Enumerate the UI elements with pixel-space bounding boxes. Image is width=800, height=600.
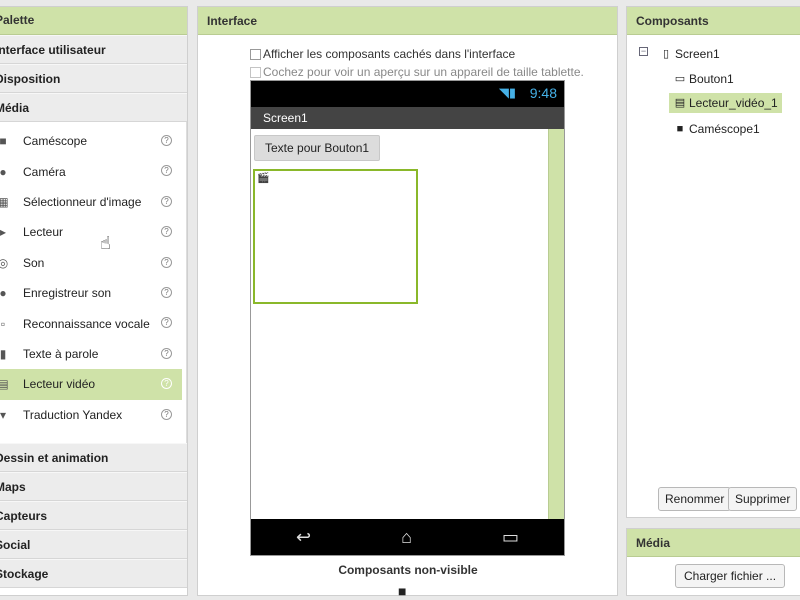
camera-icon: ●	[0, 164, 7, 179]
viewer-header: Interface	[198, 7, 617, 35]
nonvisible-components-label: Composants non-visible	[338, 563, 478, 577]
palette-item[interactable]: ◎ Son?	[0, 248, 182, 278]
button-icon: ▭	[674, 73, 686, 85]
video-player-preview[interactable]: 🎬	[253, 169, 418, 304]
show-hidden-checkbox[interactable]	[250, 48, 261, 60]
palette-item-label: Traduction Yandex	[23, 407, 123, 422]
tree-lecteur-video-1[interactable]: ▤ Lecteur_vidéo_1	[669, 93, 782, 113]
palette-item-label: Lecteur vidéo	[23, 377, 96, 392]
components-header: Composants	[627, 7, 800, 35]
media-header: Média	[627, 529, 800, 557]
screen-title[interactable]: Screen1	[251, 107, 564, 129]
tree-label: Caméscope1	[689, 122, 760, 136]
tree-label: Bouton1	[689, 72, 734, 86]
category-dessin-animation[interactable]: Dessin et animation	[0, 443, 187, 472]
help-icon[interactable]: ?	[161, 317, 172, 329]
tablet-preview-checkbox[interactable]	[250, 66, 261, 78]
palette-item[interactable]: ■ Caméscope?	[0, 126, 182, 156]
category-maps[interactable]: Maps	[0, 472, 187, 501]
android-nav-bar: ↩ ⌂ ▭	[251, 519, 564, 555]
image-picker-icon: ▦	[0, 194, 9, 209]
help-icon[interactable]: ?	[161, 286, 172, 298]
palette-item[interactable]: ● Caméra?	[0, 156, 182, 186]
show-hidden-row[interactable]: Afficher les composants cachés dans l'in…	[250, 47, 515, 61]
tree-bouton1[interactable]: ▭ Bouton1	[673, 72, 734, 86]
tree-camescope1[interactable]: ■ Caméscope1	[673, 122, 760, 136]
hand-cursor-icon: ☝	[100, 233, 111, 253]
help-icon[interactable]: ?	[161, 226, 172, 238]
help-icon[interactable]: ?	[161, 135, 172, 146]
help-icon[interactable]: ?	[161, 347, 172, 359]
category-capteurs[interactable]: Capteurs	[0, 501, 187, 530]
palette-item[interactable]: ▸ Lecteur?	[0, 217, 182, 247]
camcorder-icon[interactable]: ■	[398, 583, 406, 599]
text-to-speech-icon: ▮	[0, 346, 7, 361]
palette-item-label: Reconnaissance vocale	[23, 316, 150, 331]
palette-item-label: Texte à parole	[23, 346, 99, 361]
video-player-icon: 🎬	[257, 173, 270, 184]
tree-label: Screen1	[675, 47, 720, 61]
palette-item[interactable]: ▤ Lecteur vidéo?	[0, 369, 182, 400]
tree-label: Lecteur_vidéo_1	[689, 96, 778, 110]
yandex-translate-icon: ▾	[0, 407, 7, 422]
screen-body[interactable]: Texte pour Bouton1 🎬	[251, 129, 564, 519]
video-player-icon: ▤	[0, 377, 9, 392]
rename-button[interactable]: Renommer	[658, 487, 732, 511]
category-social[interactable]: Social	[0, 530, 187, 559]
palette-panel: Palette Interface utilisateur Dispositio…	[0, 6, 188, 596]
sound-recorder-icon: ●	[0, 286, 7, 301]
home-icon: ⌂	[401, 526, 412, 547]
status-bar: ◥▮ 9:48	[251, 81, 564, 107]
player-icon: ▸	[0, 225, 7, 240]
help-icon[interactable]: ?	[161, 256, 172, 268]
palette-header: Palette	[0, 7, 187, 35]
recents-icon: ▭	[501, 526, 519, 547]
palette-item[interactable]: ▦ Sélectionneur d'image?	[0, 187, 182, 217]
upload-file-button[interactable]: Charger fichier ...	[675, 564, 786, 588]
help-icon[interactable]: ?	[161, 408, 172, 420]
phone-preview: ◥▮ 9:48 Screen1 Texte pour Bouton1 🎬 ↩ ⌂…	[250, 80, 565, 556]
media-panel: Média Charger fichier ...	[626, 528, 800, 596]
screen-scroll-strip	[548, 129, 564, 519]
media-component-list: ■ Caméscope? ● Caméra? ▦ Sélectionneur d'imag…	[0, 122, 187, 443]
back-icon: ↩	[296, 526, 312, 547]
palette-item[interactable]: ● Enregistreur son?	[0, 278, 182, 308]
tree-screen1[interactable]: ▯ Screen1	[659, 47, 720, 61]
sound-icon: ◎	[0, 255, 9, 270]
speech-recognizer-icon: ▫	[0, 316, 6, 331]
palette-item-label: Son	[23, 255, 45, 270]
camcorder-icon: ■	[676, 123, 684, 135]
delete-button[interactable]: Supprimer	[728, 487, 798, 511]
palette-item[interactable]: ▫ Reconnaissance vocale?	[0, 308, 182, 338]
help-icon[interactable]: ?	[161, 165, 172, 177]
palette-item-label: Caméra	[23, 164, 66, 179]
collapse-toggle-icon[interactable]: −	[639, 47, 648, 56]
tablet-preview-row[interactable]: Cochez pour voir un aperçu sur un appare…	[250, 65, 584, 79]
components-panel: Composants − ▯ Screen1 ▭ Bouton1 ▤ Lecte…	[626, 6, 800, 518]
palette-item[interactable]: ▾ Traduction Yandex?	[0, 400, 182, 430]
viewer-panel: Interface Afficher les composants cachés…	[197, 6, 618, 599]
video-player-icon: ▤	[674, 97, 686, 109]
button1-preview[interactable]: Texte pour Bouton1	[254, 135, 381, 161]
palette-item-label: Enregistreur son	[23, 286, 112, 301]
category-disposition[interactable]: Disposition	[0, 64, 187, 93]
palette-item-label: Lecteur	[23, 225, 64, 240]
help-icon[interactable]: ?	[161, 378, 172, 390]
camcorder-icon: ■	[0, 134, 7, 149]
palette-item-label: Caméscope	[23, 134, 88, 149]
show-hidden-label: Afficher les composants cachés dans l'in…	[263, 47, 516, 61]
palette-item[interactable]: ▮ Texte à parole?	[0, 339, 182, 369]
status-time: 9:48	[529, 85, 557, 101]
screen-icon: ▯	[662, 48, 670, 60]
category-media[interactable]: Média	[0, 93, 187, 122]
help-icon[interactable]: ?	[161, 195, 172, 207]
tablet-preview-label: Cochez pour voir un aperçu sur un appare…	[263, 65, 584, 79]
category-interface-utilisateur[interactable]: Interface utilisateur	[0, 35, 187, 64]
palette-item-label: Sélectionneur d'image	[23, 194, 142, 209]
category-stockage[interactable]: Stockage	[0, 559, 187, 588]
wifi-signal-battery-icon: ◥▮	[498, 85, 516, 100]
